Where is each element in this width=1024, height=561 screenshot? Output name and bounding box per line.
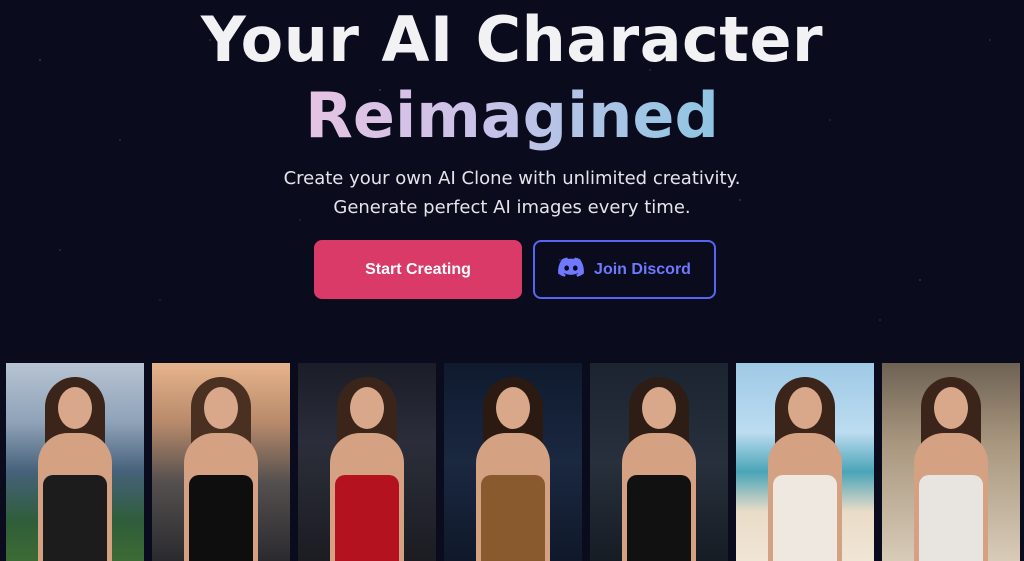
discord-icon — [558, 257, 584, 282]
figure-head — [788, 387, 822, 429]
gallery-card-beach[interactable] — [736, 363, 874, 561]
figure-outfit — [481, 475, 545, 561]
gallery-card-bedroom[interactable] — [882, 363, 1020, 561]
gallery-card-mountain[interactable] — [6, 363, 144, 561]
figure-head — [204, 387, 238, 429]
figure-head — [934, 387, 968, 429]
figure-outfit — [773, 475, 837, 561]
gallery-card-city[interactable] — [152, 363, 290, 561]
subtitle-line2: Generate perfect AI images every time. — [333, 197, 691, 218]
hero-title-line1: Your AI Character — [200, 3, 824, 76]
figure-head — [58, 387, 92, 429]
hero-title-gradient-text: Reimagined — [305, 79, 719, 152]
gallery-card-dark-room[interactable] — [590, 363, 728, 561]
start-creating-button[interactable]: Start Creating — [314, 240, 522, 299]
figure-head — [350, 387, 384, 429]
figure-outfit — [627, 475, 691, 561]
hero-title-line2: Reimagined — [0, 78, 1024, 154]
discord-button-label: Join Discord — [594, 260, 691, 278]
figure-head — [642, 387, 676, 429]
figure-outfit — [43, 475, 107, 561]
gallery-card-studio[interactable] — [444, 363, 582, 561]
figure-outfit — [335, 475, 399, 561]
figure-outfit — [189, 475, 253, 561]
gallery-strip — [0, 363, 1024, 561]
gallery-card-red-carpet[interactable] — [298, 363, 436, 561]
join-discord-button[interactable]: Join Discord — [533, 240, 716, 299]
hero-subtitle: Create your own AI Clone with unlimited … — [0, 164, 1024, 222]
subtitle-line1: Create your own AI Clone with unlimited … — [283, 168, 741, 189]
figure-head — [496, 387, 530, 429]
figure-outfit — [919, 475, 983, 561]
